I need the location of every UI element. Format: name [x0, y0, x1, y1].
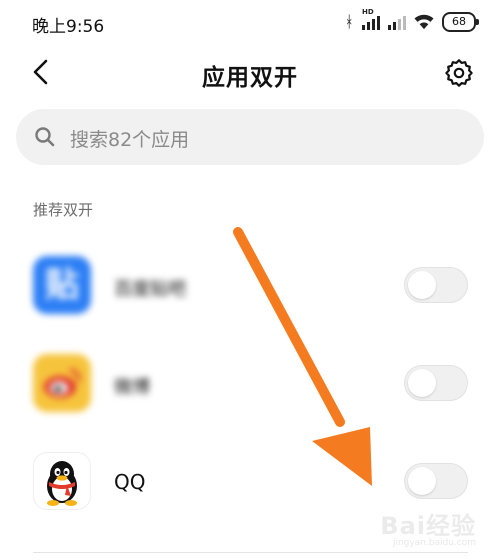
watermark: Bai经验 jingyan.baidu.com	[380, 506, 476, 548]
list-item-tieba: 贴 百度贴吧	[0, 240, 500, 330]
list-item-weibo: 微博	[0, 338, 500, 428]
gear-icon	[445, 59, 473, 87]
watermark-url: jingyan.baidu.com	[392, 538, 476, 548]
watermark-logo: Bai经验	[380, 512, 476, 540]
list-divider	[33, 552, 468, 553]
hd-voice-badge: HD	[362, 8, 374, 16]
page-title: 应用双开	[202, 65, 298, 91]
status-time: 晚上9:56	[32, 17, 105, 37]
dual-app-toggle-qq[interactable]	[404, 463, 468, 499]
signal-strength-icon: HD	[362, 8, 380, 30]
qq-penguin-icon	[33, 452, 91, 510]
wifi-icon	[414, 14, 434, 30]
tieba-icon: 贴	[33, 256, 91, 314]
weibo-icon	[33, 354, 91, 412]
dual-app-toggle-weibo[interactable]	[404, 365, 468, 401]
dual-app-toggle-tieba[interactable]	[404, 267, 468, 303]
battery-indicator: 68	[442, 12, 479, 32]
search-input[interactable]: 搜索82个应用	[16, 109, 484, 165]
search-icon	[35, 127, 55, 147]
app-name: 微博	[114, 377, 150, 398]
status-icons: ᚼ HD 68	[344, 8, 479, 32]
header: 应用双开	[0, 50, 500, 98]
tieba-icon-glyph: 贴	[45, 265, 79, 305]
search-placeholder: 搜索82个应用	[70, 129, 190, 151]
settings-button[interactable]	[444, 58, 474, 88]
section-title-recommended: 推荐双开	[33, 201, 94, 219]
app-name: QQ	[114, 470, 146, 494]
app-name: 百度贴吧	[114, 279, 186, 300]
bluetooth-icon: ᚼ	[344, 12, 354, 31]
status-bar: 晚上9:56 ᚼ HD 68	[0, 0, 500, 44]
signal-strength-secondary-icon	[388, 14, 406, 30]
